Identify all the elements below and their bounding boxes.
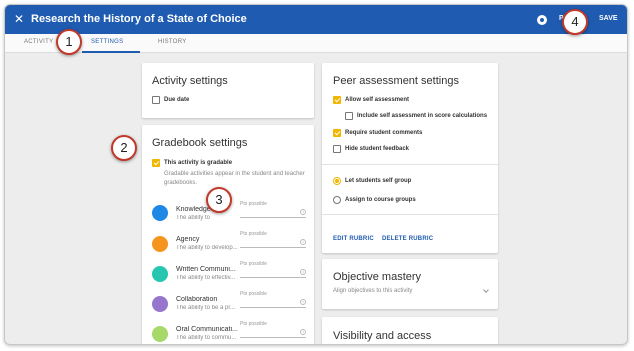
competency-color-dot [152,205,168,221]
competency-color-dot [152,266,168,282]
objective-mastery-card[interactable]: Objective mastery Align objectives to th… [322,259,498,309]
due-date-label: Due date [164,97,190,103]
pts-possible-input[interactable] [240,277,306,278]
include-self-assessment-checkbox[interactable] [345,112,353,120]
competency-name: Oral Communicati... [176,326,238,333]
gradable-help-line-1: Gradable activities appear in the studen… [164,171,305,177]
tab-settings[interactable]: SETTINGS [91,39,123,45]
competency-name: Written Communi... [176,266,236,273]
pts-stepper-icon[interactable]: ↕ [300,299,306,305]
visibility-access-card[interactable]: Visibility and access [322,317,498,344]
pts-possible-label: Pts possible [240,291,267,297]
pts-stepper-icon[interactable]: ↕ [300,329,306,335]
pts-stepper-icon[interactable]: ↕ [300,209,306,215]
pts-possible-input[interactable] [240,337,306,338]
competency-desc: The ability to effectiv... [176,275,236,281]
require-comments-label: Require student comments [345,130,423,136]
pts-possible-label: Pts possible [240,201,267,207]
competency-color-dot [152,236,168,252]
gradebook-settings-title: Gradebook settings [152,137,248,149]
competency-desc: The ability to commu... [176,335,237,341]
callout-marker: 3 [206,187,232,213]
tab-activity[interactable]: ACTIVITY [24,39,53,45]
callout-marker: 1 [56,29,82,55]
top-bar: ✕ Research the History of a State of Cho… [5,5,627,34]
competency-name: Collaboration [176,296,218,303]
allow-self-assessment-checkbox[interactable] [333,96,341,104]
competency-desc: The ability to [176,215,211,221]
competency-color-dot [152,326,168,342]
objective-mastery-subtitle: Align objectives to this activity [333,288,413,294]
hide-feedback-label: Hide student feedback [345,146,410,152]
help-icon[interactable] [537,15,547,25]
divider [322,214,498,215]
course-groups-radio[interactable] [333,196,341,204]
objective-mastery-title: Objective mastery [333,271,422,283]
save-button[interactable]: SAVE [599,15,618,22]
include-self-assessment-label: Include self assessment in score calcula… [357,113,488,119]
peer-assessment-title: Peer assessment settings [333,75,459,87]
self-group-radio[interactable] [333,177,341,185]
peer-assessment-card: Peer assessment settings Allow self asse… [322,63,498,253]
chevron-down-icon[interactable] [483,287,489,293]
allow-self-assessment-label: Allow self assessment [345,97,410,103]
tab-bar: ACTIVITY SETTINGS HISTORY [5,34,627,53]
active-tab-indicator [82,51,140,53]
delete-rubric-link[interactable]: DELETE RUBRIC [382,236,433,242]
activity-settings-title: Activity settings [152,75,228,87]
pts-stepper-icon[interactable]: ↕ [300,269,306,275]
gradable-label: This activity is gradable [164,160,233,166]
hide-feedback-checkbox[interactable] [333,145,341,153]
tab-history[interactable]: HISTORY [158,39,187,45]
pts-possible-label: Pts possible [240,261,267,267]
require-comments-checkbox[interactable] [333,129,341,137]
divider [322,164,498,165]
competency-color-dot [152,296,168,312]
close-icon[interactable]: ✕ [14,12,24,26]
callout-marker: 2 [111,135,137,161]
pts-possible-label: Pts possible [240,231,267,237]
pts-possible-input[interactable] [240,247,306,248]
pts-possible-input[interactable] [240,307,306,308]
app-window: ✕ Research the History of a State of Cho… [4,4,628,345]
competency-name: Agency [176,236,200,243]
competency-desc: The ability to be a pr... [176,305,236,311]
activity-settings-card: Activity settings Due date [142,63,314,118]
pts-possible-label: Pts possible [240,321,267,327]
due-date-checkbox[interactable] [152,96,160,104]
pts-stepper-icon[interactable]: ↕ [300,239,306,245]
page-title: Research the History of a State of Choic… [31,13,247,25]
course-groups-label: Assign to course groups [345,197,416,203]
pts-possible-input[interactable] [240,217,306,218]
gradable-checkbox[interactable] [152,159,160,167]
gradebook-settings-card: Gradebook settings This activity is grad… [142,125,314,344]
edit-rubric-link[interactable]: EDIT RUBRIC [333,236,374,242]
callout-marker: 4 [562,9,588,35]
gradable-help-line-2: gradebooks. [164,180,198,186]
self-group-label: Let students self group [345,178,412,184]
competency-desc: The ability to develop... [176,245,238,251]
visibility-access-title: Visibility and access [333,330,432,342]
